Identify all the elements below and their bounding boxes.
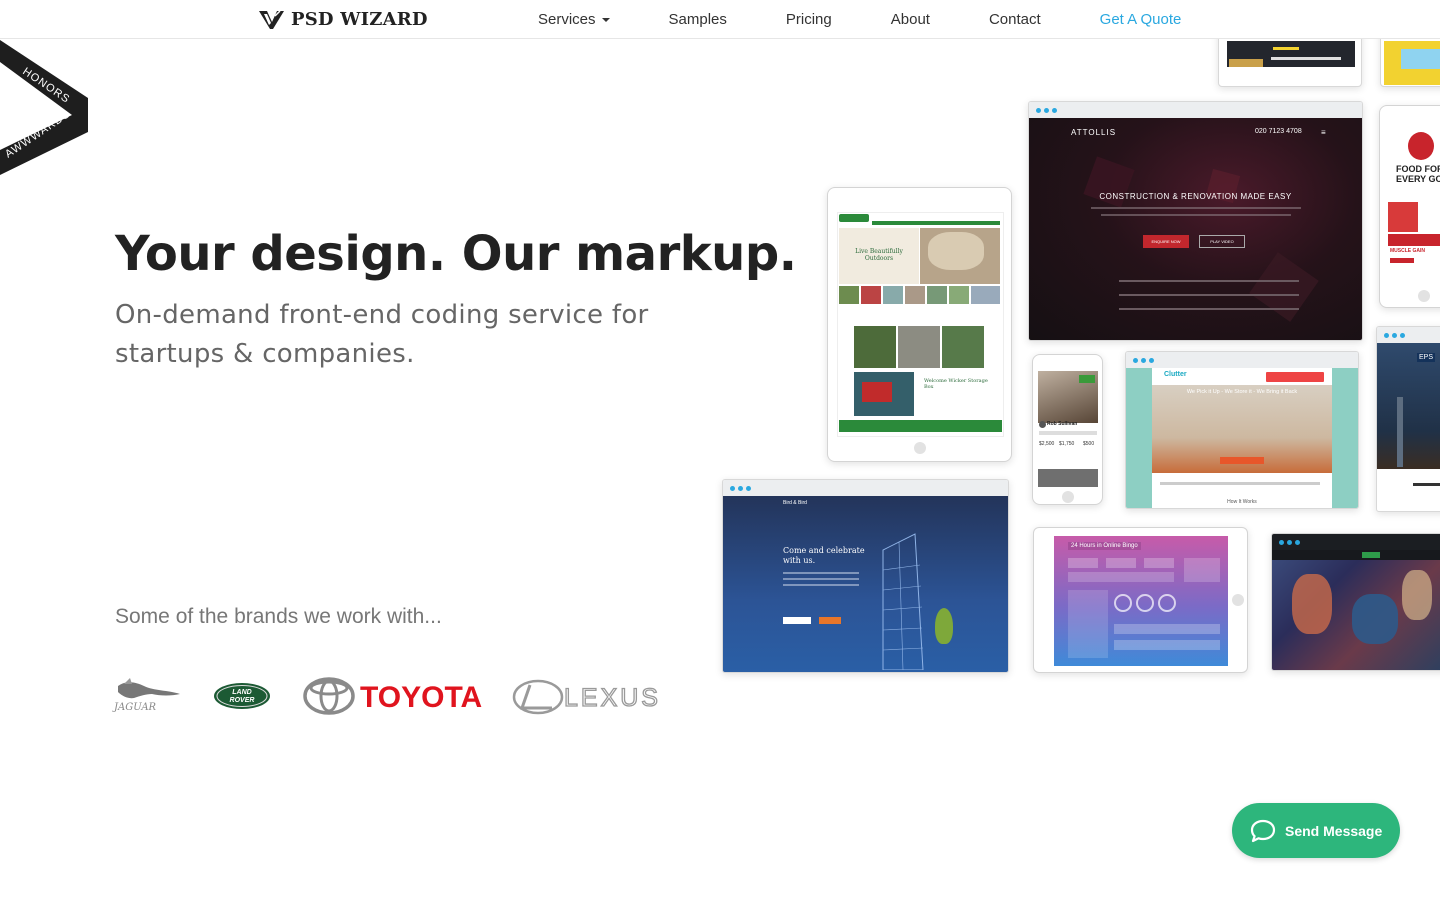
nav-contact-link[interactable]: Contact (989, 11, 1041, 28)
sample-shot-clutter[interactable]: Clutter We Pick it Up - We Store it - We… (1125, 351, 1359, 509)
birdbird-logo: Bird & Bird (783, 500, 807, 506)
eps-logo: EPS (1417, 353, 1436, 362)
send-message-button[interactable]: Send Message (1232, 803, 1400, 858)
lexus-wordmark: LEXUS (564, 684, 661, 712)
land-rover-logo: LAND ROVER (214, 683, 270, 709)
nav-services-label: Services (538, 11, 596, 28)
toyota-logo: TOYOTA (303, 677, 482, 715)
svg-text:LAND: LAND (232, 689, 251, 696)
sample-shot-gaming[interactable] (1271, 533, 1440, 671)
sample-device-profile[interactable]: Rob Sullivan $2,500 $1,750 $500 (1032, 354, 1103, 505)
sample-device-food[interactable]: FOOD FOR EVERY GO MUSCLE GAIN (1379, 105, 1440, 308)
send-message-label: Send Message (1285, 822, 1383, 839)
nav-get-quote-link[interactable]: Get A Quote (1100, 11, 1182, 28)
page: PSD WIZARD Services Samples Pricing Abou… (0, 0, 1440, 900)
birdbird-headline: Come and celebrate with us. (783, 546, 865, 565)
birdbird-tower-illustration (882, 533, 924, 670)
wand-logo-icon (259, 10, 284, 29)
profile-price-1: $2,500 (1039, 441, 1055, 447)
garden-headline-2: Welcome Wicker Storage Box (924, 378, 988, 390)
jaguar-wordmark: JAGUAR (112, 702, 157, 713)
food-sub: MUSCLE GAIN (1390, 248, 1425, 254)
sample-shot-eps[interactable]: EPS (1376, 326, 1440, 512)
brand-logo[interactable]: PSD WIZARD (258, 8, 428, 30)
nav-samples-link[interactable]: Samples (669, 11, 727, 28)
brands-heading: Some of the brands we work with... (115, 605, 442, 628)
nav-about-link[interactable]: About (891, 11, 930, 28)
profile-price-2: $1,750 (1059, 441, 1075, 447)
clutter-headline: We Pick it Up - We Store it - We Bring i… (1186, 389, 1298, 395)
garden-headline-1: Live Beautifully Outdoors (855, 248, 903, 262)
attollis-headline: CONSTRUCTION & RENOVATION MADE EASY (1099, 192, 1292, 201)
brand-name: PSD WIZARD (291, 8, 428, 30)
attollis-logo: ATTOLLIS (1071, 128, 1117, 137)
attollis-enquire-button: ENQUIRE NOW (1143, 235, 1189, 248)
nav-menu: Services Samples Pricing About Contact G… (538, 0, 1181, 39)
toyota-wordmark: TOYOTA (360, 681, 482, 714)
caret-down-icon (601, 17, 610, 22)
sample-device-bingo[interactable]: 24 Hours in Online Bingo (1033, 527, 1248, 673)
svg-text:ROVER: ROVER (230, 697, 255, 704)
birdbird-tree (935, 608, 953, 644)
brand-logos-row: JAGUAR LAND ROVER TOYOTA LEXUS (112, 677, 661, 715)
sample-device-garden[interactable]: Live Beautifully Outdoors Welcome Wicker… (827, 187, 1012, 462)
chat-bubble-icon (1250, 819, 1276, 842)
sample-shot-birdbird[interactable]: Bird & Bird Come and celebrate with us. (722, 479, 1009, 673)
clutter-footer: How It Works (1227, 499, 1257, 505)
attollis-menu-icon: ≡ (1321, 128, 1326, 137)
profile-price-3: $500 (1083, 441, 1095, 447)
sample-shot-attollis[interactable]: ATTOLLIS 020 7123 4708 ≡ CONSTRUCTION & … (1028, 101, 1363, 341)
nav-pricing-link[interactable]: Pricing (786, 11, 832, 28)
awwwards-honors-ribbon[interactable]: HONORS AWWWARDS (0, 40, 90, 175)
bingo-title: 24 Hours in Online Bingo (1068, 542, 1141, 550)
top-navbar: PSD WIZARD Services Samples Pricing Abou… (0, 0, 1440, 39)
hero-title: Your design. Our markup. (115, 226, 797, 282)
food-headline: FOOD FOR EVERY GO (1396, 164, 1440, 184)
hero-subtitle: On-demand front-end coding service for s… (115, 300, 649, 369)
clutter-logo: Clutter (1164, 371, 1187, 378)
attollis-phone: 020 7123 4708 (1255, 128, 1302, 135)
jaguar-logo: JAGUAR (112, 678, 180, 713)
attollis-play-button: PLAY VIDEO (1199, 235, 1245, 248)
profile-name: Rob Sullivan (1047, 421, 1078, 427)
lexus-logo: LEXUS (512, 679, 661, 715)
nav-services-dropdown[interactable]: Services (538, 11, 610, 28)
